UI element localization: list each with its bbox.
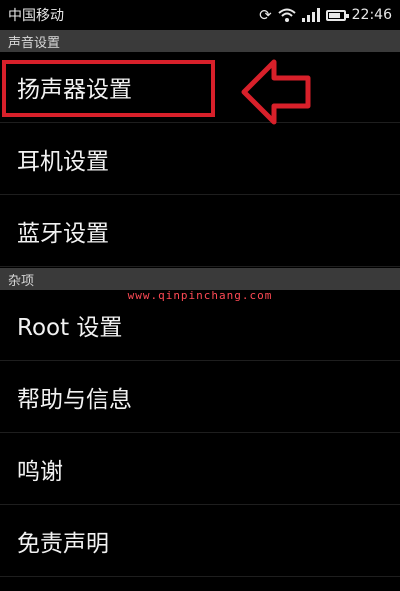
menu-item-label: 免责声明 <box>17 531 109 557</box>
menu-item-bluetooth-settings[interactable]: 蓝牙设置 <box>0 196 400 267</box>
menu-item-help-info[interactable]: 帮助与信息 <box>0 362 400 433</box>
carrier-label: 中国移动 <box>8 8 64 24</box>
menu-item-disclaimer[interactable]: 免责声明 <box>0 506 400 577</box>
sync-icon: ⟳ <box>259 6 272 24</box>
section-header-sound: 声音设置 <box>0 30 400 52</box>
signal-icon <box>301 8 320 22</box>
clock: 22:46 <box>351 7 392 23</box>
section-header-misc: 杂项 <box>0 268 400 290</box>
menu-item-speaker-settings[interactable]: 扬声器设置 <box>0 52 400 123</box>
status-icons: ⟳ 22:46 <box>259 6 392 24</box>
wifi-icon <box>277 8 296 22</box>
menu-item-label: 耳机设置 <box>17 149 109 175</box>
menu-item-label: 蓝牙设置 <box>17 221 109 247</box>
menu-item-credits[interactable]: 鸣谢 <box>0 434 400 505</box>
status-bar: 中国移动 ⟳ 22:46 <box>0 0 400 30</box>
menu-item-headphone-settings[interactable]: 耳机设置 <box>0 124 400 195</box>
battery-icon <box>325 9 349 21</box>
menu-item-label: 扬声器设置 <box>17 77 132 103</box>
menu-item-label: Root 设置 <box>17 315 123 341</box>
menu-item-label: 帮助与信息 <box>17 387 132 413</box>
left-arrow-icon <box>241 59 311 125</box>
watermark: www.qinpinchang.com <box>127 289 273 302</box>
menu-item-label: 鸣谢 <box>17 459 63 485</box>
